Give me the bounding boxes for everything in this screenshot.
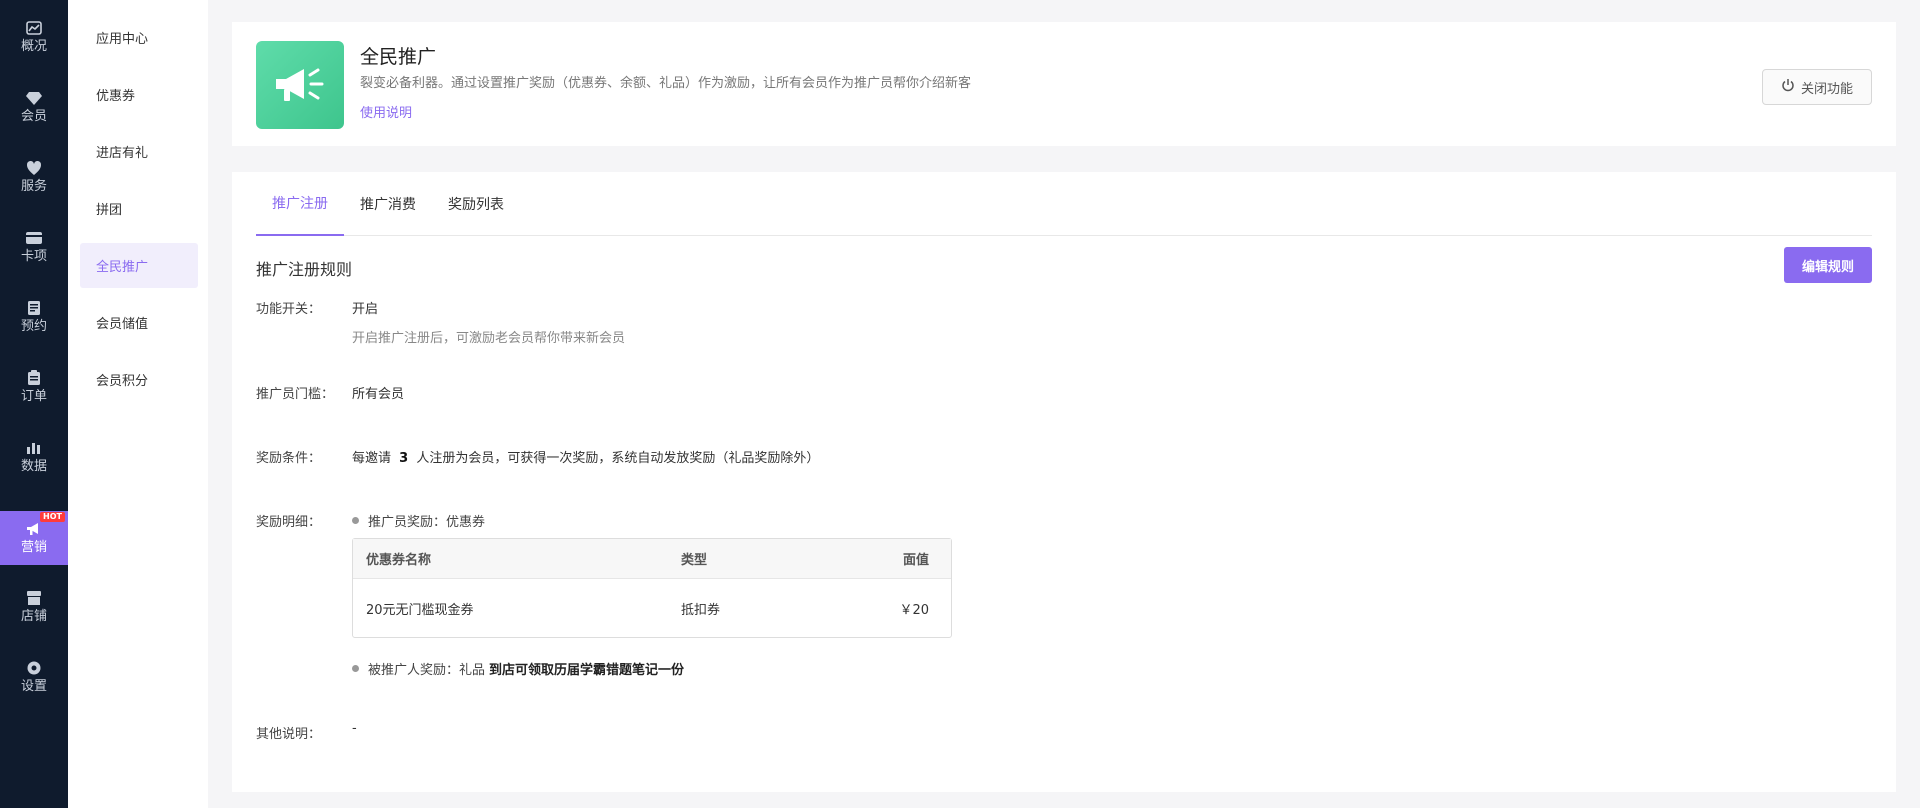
other-value: - bbox=[352, 721, 357, 736]
column-header-name: 优惠券名称 bbox=[366, 553, 432, 568]
nav-label: 预约 bbox=[20, 318, 47, 334]
nav-label: 服务 bbox=[20, 178, 47, 194]
promoter-reward: 推广员奖励：优惠券 bbox=[352, 511, 485, 530]
power-icon bbox=[1781, 78, 1795, 96]
tab-promotion-register[interactable]: 推广注册 bbox=[256, 172, 344, 236]
order-icon bbox=[26, 369, 42, 386]
nav-item-store[interactable]: 店铺 bbox=[0, 580, 68, 634]
feature-title: 全民推广 bbox=[360, 46, 437, 68]
coupon-value: ￥20 bbox=[899, 602, 929, 618]
nav-label: 卡项 bbox=[20, 248, 47, 264]
condition-label: 奖励条件： bbox=[256, 451, 322, 466]
coupon-name: 20元无门槛现金券 bbox=[366, 602, 474, 618]
condition-count: 3 bbox=[399, 451, 409, 466]
submenu-item-member-points[interactable]: 会员积分 bbox=[80, 357, 198, 402]
invitee-reward-gift: 到店可领取历届学霸错题笔记一份 bbox=[489, 663, 685, 678]
column-header-value: 面值 bbox=[902, 553, 929, 568]
nav-item-appointment[interactable]: 预约 bbox=[0, 290, 68, 344]
submenu-item-app-center[interactable]: 应用中心 bbox=[80, 15, 198, 60]
marketing-submenu: 应用中心 优惠券 进店有礼 拼团 全民推广 会员储值 会员积分 bbox=[68, 0, 208, 808]
submenu-item-coupons[interactable]: 优惠券 bbox=[80, 72, 198, 117]
table-header: 优惠券名称 类型 面值 bbox=[353, 539, 951, 579]
nav-label: 数据 bbox=[20, 458, 47, 474]
submenu-item-promotion[interactable]: 全民推广 bbox=[80, 243, 198, 288]
nav-item-member[interactable]: 会员 bbox=[0, 80, 68, 134]
submenu-item-member-recharge[interactable]: 会员储值 bbox=[80, 300, 198, 345]
tab-reward-list[interactable]: 奖励列表 bbox=[432, 172, 520, 236]
coupon-table: 优惠券名称 类型 面值 20元无门槛现金券 抵扣券 ￥20 bbox=[352, 538, 952, 638]
nav-item-card[interactable]: 卡项 bbox=[0, 220, 68, 274]
coupon-type: 抵扣券 bbox=[681, 602, 721, 618]
condition-prefix: 每邀请 bbox=[352, 451, 392, 466]
feature-description: 裂变必备利器。通过设置推广奖励（优惠券、余额、礼品）作为激励，让所有会员作为推广… bbox=[360, 76, 972, 91]
hot-badge: HOT bbox=[40, 512, 65, 522]
diamond-icon bbox=[26, 90, 42, 106]
help-link[interactable]: 使用说明 bbox=[360, 102, 412, 121]
switch-hint: 开启推广注册后，可激励老会员帮你带来新会员 bbox=[352, 331, 626, 346]
other-label: 其他说明： bbox=[256, 727, 322, 742]
tab-promotion-consume[interactable]: 推广消费 bbox=[344, 172, 432, 236]
nav-item-data[interactable]: 数据 bbox=[0, 430, 68, 484]
switch-label: 功能开关： bbox=[256, 302, 322, 317]
close-feature-button[interactable]: 关闭功能 bbox=[1762, 69, 1872, 105]
nav-item-marketing[interactable]: HOT 营销 bbox=[0, 511, 68, 565]
condition-value: 每邀请 3 人注册为会员，可获得一次奖励，系统自动发放奖励（礼品奖励除外） bbox=[352, 447, 819, 466]
column-header-type: 类型 bbox=[681, 553, 708, 568]
nav-label: 营销 bbox=[20, 539, 47, 555]
detail-label: 奖励明细： bbox=[256, 515, 322, 530]
megaphone-icon bbox=[256, 41, 344, 129]
appointment-icon bbox=[26, 300, 42, 316]
table-row: 20元无门槛现金券 抵扣券 ￥20 bbox=[353, 579, 951, 637]
nav-label: 店铺 bbox=[20, 608, 47, 624]
feature-header-card: 全民推广 裂变必备利器。通过设置推广奖励（优惠券、余额、礼品）作为激励，让所有会… bbox=[232, 22, 1896, 146]
rules-card: 推广注册 推广消费 奖励列表 推广注册规则 编辑规则 功能开关： 开启 开启推广… bbox=[232, 172, 1896, 792]
threshold-value: 所有会员 bbox=[352, 387, 405, 402]
edit-rules-button[interactable]: 编辑规则 bbox=[1784, 247, 1872, 283]
nav-label: 会员 bbox=[20, 108, 47, 124]
nav-item-overview[interactable]: 概况 bbox=[0, 10, 68, 64]
nav-item-order[interactable]: 订单 bbox=[0, 360, 68, 414]
tab-bar: 推广注册 推广消费 奖励列表 bbox=[256, 172, 1872, 236]
nav-label: 设置 bbox=[20, 678, 47, 694]
promoter-reward-text: 推广员奖励：优惠券 bbox=[368, 515, 486, 530]
bullet-dot bbox=[352, 517, 359, 524]
bullet-dot bbox=[352, 665, 359, 672]
close-feature-label: 关闭功能 bbox=[1800, 81, 1853, 97]
service-icon bbox=[26, 160, 42, 176]
nav-item-settings[interactable]: 设置 bbox=[0, 650, 68, 704]
megaphone-icon bbox=[26, 521, 42, 537]
chart-icon bbox=[26, 440, 42, 456]
main-nav-rail: 概况 会员 服务 卡项 预约 订单 数据 HOT 营销 店铺 设置 bbox=[0, 0, 68, 808]
invitee-reward: 被推广人奖励：礼品 到店可领取历届学霸错题笔记一份 bbox=[352, 659, 684, 678]
store-icon bbox=[26, 590, 42, 606]
switch-value: 开启 bbox=[352, 302, 379, 317]
overview-icon bbox=[26, 20, 42, 36]
submenu-item-store-gift[interactable]: 进店有礼 bbox=[80, 129, 198, 174]
invitee-reward-text: 被推广人奖励：礼品 bbox=[368, 663, 486, 678]
nav-item-service[interactable]: 服务 bbox=[0, 150, 68, 204]
submenu-item-group-buy[interactable]: 拼团 bbox=[80, 186, 198, 231]
nav-label: 订单 bbox=[20, 388, 47, 404]
threshold-label: 推广员门槛： bbox=[256, 387, 335, 402]
card-icon bbox=[26, 230, 42, 246]
section-title: 推广注册规则 bbox=[256, 260, 353, 279]
gear-icon bbox=[26, 660, 42, 676]
condition-suffix: 人注册为会员，可获得一次奖励，系统自动发放奖励（礼品奖励除外） bbox=[416, 451, 820, 466]
nav-label: 概况 bbox=[20, 38, 47, 54]
